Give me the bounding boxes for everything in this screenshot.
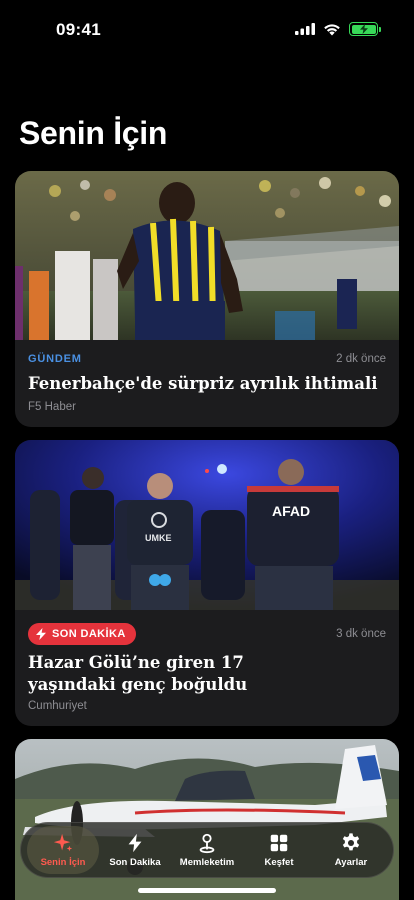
tab-label: Keşfet bbox=[264, 857, 294, 868]
article-image: UMKE AFAD bbox=[15, 440, 399, 610]
sparkle-icon bbox=[53, 833, 73, 852]
news-card[interactable]: GÜNDEM 2 dk önce Fenerbahçe'de sürpriz a… bbox=[15, 171, 399, 427]
category-label: GÜNDEM bbox=[28, 353, 82, 365]
breaking-news-badge: SON DAKİKA bbox=[28, 623, 136, 645]
tab-son-dakika[interactable]: Son Dakika bbox=[99, 826, 171, 874]
wifi-icon bbox=[324, 23, 340, 35]
card-meta: SON DAKİKA 3 dk önce bbox=[28, 623, 386, 645]
tab-memleketim[interactable]: Memleketim bbox=[171, 826, 243, 874]
status-icons bbox=[295, 22, 381, 36]
status-bar: 09:41 bbox=[0, 0, 414, 54]
svg-text:AFAD: AFAD bbox=[272, 503, 310, 519]
home-indicator bbox=[138, 888, 276, 893]
tab-label: Senin İçin bbox=[40, 857, 86, 868]
tab-label: Memleketim bbox=[179, 857, 235, 868]
bolt-icon bbox=[36, 628, 46, 640]
status-time: 09:41 bbox=[56, 20, 101, 39]
tab-kesfet[interactable]: Keşfet bbox=[243, 826, 315, 874]
article-image bbox=[15, 171, 399, 340]
tab-label: Ayarlar bbox=[334, 857, 368, 868]
grid-icon bbox=[270, 834, 288, 852]
bottom-tab-bar: Senin İçin Son Dakika Memleketim Keşfet … bbox=[20, 822, 394, 878]
location-pin-icon bbox=[199, 833, 215, 854]
article-source: Cumhuriyet bbox=[28, 700, 87, 712]
article-source: F5 Haber bbox=[28, 401, 76, 413]
battery-icon bbox=[349, 22, 381, 36]
time-ago: 3 dk önce bbox=[336, 628, 386, 640]
tab-senin-icin[interactable]: Senin İçin bbox=[27, 826, 99, 874]
time-ago: 2 dk önce bbox=[336, 353, 386, 365]
tab-ayarlar[interactable]: Ayarlar bbox=[315, 826, 387, 874]
cellular-signal-icon bbox=[295, 23, 315, 35]
badge-label: SON DAKİKA bbox=[52, 628, 126, 640]
card-meta: GÜNDEM 2 dk önce bbox=[28, 353, 386, 365]
article-headline[interactable]: Fenerbahçe'de sürpriz ayrılık ihtimali bbox=[28, 373, 386, 395]
gear-icon bbox=[342, 833, 360, 851]
article-headline[interactable]: Hazar Gölü’ne giren 17 yaşındaki genç bo… bbox=[28, 652, 308, 696]
tab-label: Son Dakika bbox=[109, 857, 161, 868]
news-card[interactable]: UMKE AFAD SON DAKİKA 3 dk önce Hazar Göl… bbox=[15, 440, 399, 726]
svg-text:UMKE: UMKE bbox=[145, 533, 172, 543]
bolt-icon bbox=[128, 833, 142, 853]
page-title: Senin İçin bbox=[19, 115, 168, 151]
